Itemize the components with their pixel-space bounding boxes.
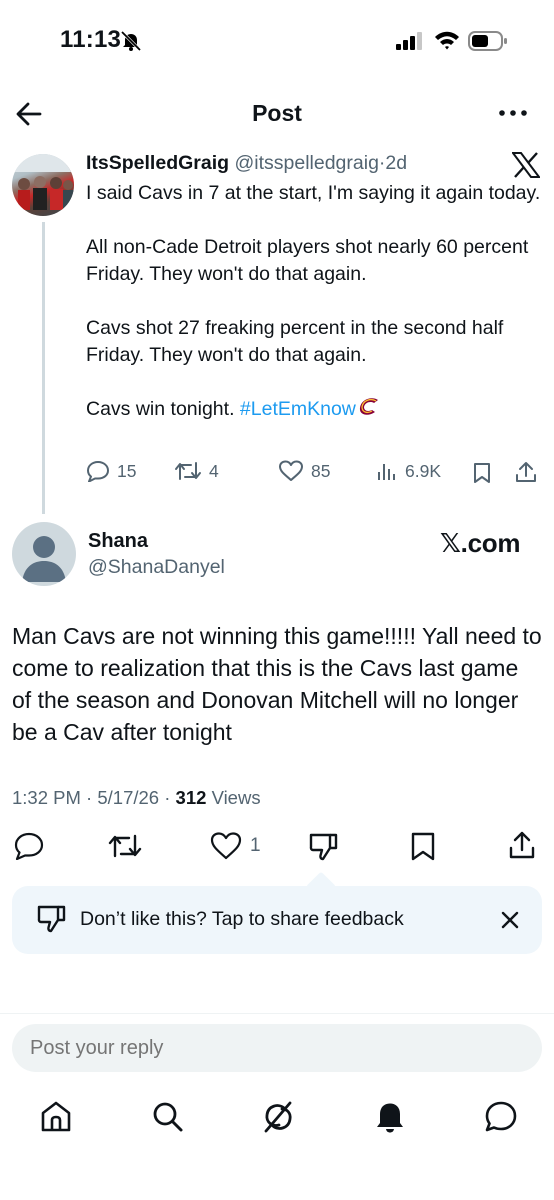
quoted-views-stat[interactable]: 6.9K <box>376 460 441 482</box>
cavs-logo-icon <box>358 397 380 417</box>
cellular-signal-icon <box>396 32 426 50</box>
reply-icon <box>14 832 44 860</box>
quoted-post-body: I said Cavs in 7 at the start, I'm sayin… <box>86 180 546 450</box>
dislike-button[interactable] <box>308 832 338 862</box>
nav-messages-icon[interactable] <box>484 1100 518 1134</box>
thread-line <box>42 222 45 514</box>
reply-input[interactable] <box>12 1024 542 1072</box>
quoted-author-handle[interactable]: @itsspelledgraig <box>234 152 378 174</box>
quoted-paragraph: I said Cavs in 7 at the start, I'm sayin… <box>86 182 541 204</box>
like-count: 1 <box>250 835 261 856</box>
reply-icon <box>87 461 109 482</box>
thumbs-down-icon <box>309 833 338 861</box>
bookmark-button[interactable] <box>410 832 436 862</box>
share-icon[interactable] <box>514 460 538 484</box>
quoted-last-line: Cavs win tonight. #LetEmKnow <box>86 396 546 423</box>
quoted-post-age: 2d <box>385 152 408 174</box>
quoted-paragraph: Cavs shot 27 freaking percent in the sec… <box>86 317 504 366</box>
quoted-author-name[interactable]: ItsSpelledGraig <box>86 152 229 174</box>
x-logo-icon <box>512 152 540 178</box>
close-icon[interactable] <box>500 910 520 930</box>
views-chart-icon <box>378 464 395 480</box>
thumbs-down-icon <box>36 904 66 934</box>
bookmark-icon[interactable] <box>472 462 492 484</box>
post-body: Man Cavs are not winning this game!!!!! … <box>12 623 542 745</box>
quoted-repost-stat[interactable]: 4 <box>174 460 219 482</box>
nav-home-icon[interactable] <box>40 1100 72 1134</box>
author-handle[interactable]: @ShanaDanyel <box>88 556 225 579</box>
repost-icon <box>108 834 142 858</box>
post-time: 1:32 PM <box>12 787 81 808</box>
share-icon <box>509 831 535 859</box>
like-count: 85 <box>311 460 331 481</box>
bell-slash-icon <box>120 31 142 51</box>
separator-dot: · <box>86 787 93 808</box>
page-title: Post <box>252 100 302 126</box>
post-views-label: Views <box>211 787 261 808</box>
repost-icon <box>175 462 201 480</box>
separator-dot: · <box>164 787 171 808</box>
quoted-reply-stat[interactable]: 15 <box>86 460 136 482</box>
quoted-paragraph: All non-Cade Detroit players shot nearly… <box>86 236 529 285</box>
quoted-post-header: ItsSpelledGraig @itsspelledgraig·2d <box>86 152 407 175</box>
heart-icon <box>279 460 303 481</box>
post-date: 5/17/26 <box>97 787 160 808</box>
reply-button[interactable] <box>14 832 44 860</box>
heart-icon <box>210 832 242 860</box>
views-count: 6.9K <box>405 460 441 481</box>
nav-notifications-icon[interactable] <box>374 1100 406 1134</box>
bookmark-icon <box>411 832 435 861</box>
author-avatar[interactable] <box>12 522 76 586</box>
share-button[interactable] <box>508 830 536 860</box>
quoted-author-avatar[interactable] <box>12 154 74 216</box>
divider <box>0 1013 554 1014</box>
nav-search-icon[interactable] <box>152 1100 184 1134</box>
hashtag-link[interactable]: #LetEmKnow <box>240 398 356 420</box>
battery-icon <box>468 30 508 52</box>
nav-grok-icon[interactable] <box>262 1100 294 1134</box>
quoted-last-text: Cavs win tonight. <box>86 398 240 420</box>
repost-button[interactable] <box>108 832 142 860</box>
more-options-icon[interactable] <box>498 108 528 118</box>
wifi-icon <box>434 30 460 50</box>
quoted-like-stat[interactable]: 85 <box>278 460 330 482</box>
xcom-logo: 𝕏.com <box>440 528 521 558</box>
post-meta: 1:32 PM · 5/17/26 · 312 Views <box>12 787 261 809</box>
like-button[interactable]: 1 <box>210 832 261 860</box>
author-name[interactable]: Shana <box>88 530 148 553</box>
repost-count: 4 <box>209 460 219 481</box>
reply-count: 15 <box>117 460 137 481</box>
status-time: 11:13 <box>60 26 122 53</box>
post-views-count[interactable]: 312 <box>176 787 207 808</box>
feedback-text[interactable]: Don’t like this? Tap to share feedback <box>80 908 404 931</box>
